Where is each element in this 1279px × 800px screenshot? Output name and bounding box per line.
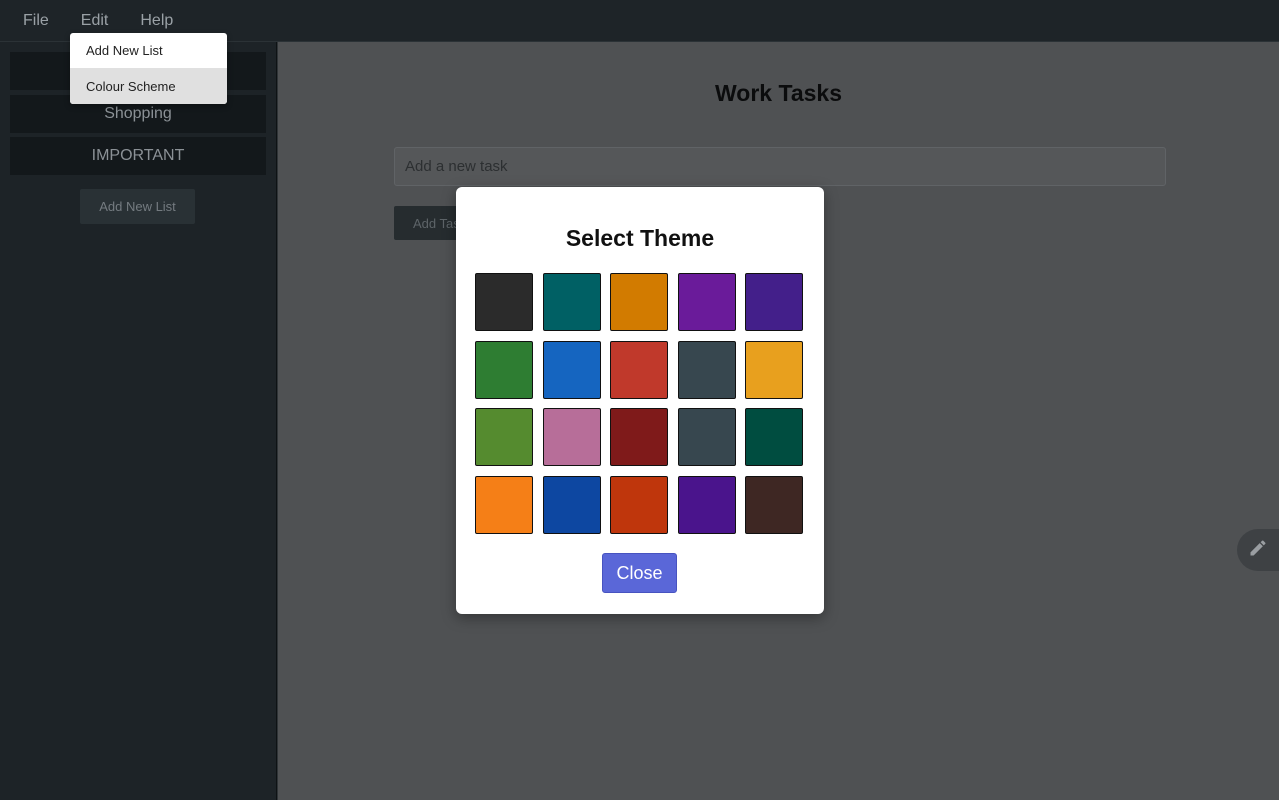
theme-swatch[interactable] xyxy=(610,273,668,331)
new-task-input[interactable]: Add a new task xyxy=(394,147,1166,186)
theme-swatch[interactable] xyxy=(475,408,533,466)
theme-swatch[interactable] xyxy=(677,475,736,534)
sidebar: Shopping IMPORTANT Add New List xyxy=(0,42,277,800)
theme-swatch[interactable] xyxy=(475,273,533,331)
theme-swatch[interactable] xyxy=(745,340,803,399)
sidebar-list-important[interactable]: IMPORTANT xyxy=(10,137,266,175)
edit-fab-button[interactable] xyxy=(1237,529,1279,571)
edit-menu-dropdown: Add New List Colour Scheme xyxy=(70,33,227,104)
theme-swatch[interactable] xyxy=(610,408,668,466)
theme-swatch[interactable] xyxy=(745,408,803,466)
theme-modal: Select Theme Close xyxy=(456,187,824,614)
theme-swatch[interactable] xyxy=(475,475,533,534)
theme-swatch[interactable] xyxy=(677,273,736,331)
theme-swatch[interactable] xyxy=(542,408,601,466)
theme-swatch[interactable] xyxy=(677,340,736,399)
theme-swatch[interactable] xyxy=(475,340,533,399)
theme-swatch[interactable] xyxy=(610,340,668,399)
theme-swatch[interactable] xyxy=(542,340,601,399)
menu-edit[interactable]: Edit xyxy=(81,12,109,30)
add-new-list-button[interactable]: Add New List xyxy=(80,189,195,224)
menu-help[interactable]: Help xyxy=(140,12,173,30)
menu-item-add-new-list[interactable]: Add New List xyxy=(70,33,227,68)
menu-item-colour-scheme[interactable]: Colour Scheme xyxy=(70,68,227,104)
page-title: Work Tasks xyxy=(715,80,842,106)
menu-file[interactable]: File xyxy=(23,12,49,30)
modal-title: Select Theme xyxy=(565,225,715,251)
theme-swatch-grid xyxy=(475,273,803,534)
pencil-icon xyxy=(1248,538,1268,563)
theme-swatch[interactable] xyxy=(677,408,736,466)
theme-swatch[interactable] xyxy=(745,273,803,331)
close-button[interactable]: Close xyxy=(602,553,677,593)
theme-swatch[interactable] xyxy=(542,475,601,534)
theme-swatch[interactable] xyxy=(542,273,601,331)
theme-swatch[interactable] xyxy=(610,475,668,534)
theme-swatch[interactable] xyxy=(745,475,803,534)
